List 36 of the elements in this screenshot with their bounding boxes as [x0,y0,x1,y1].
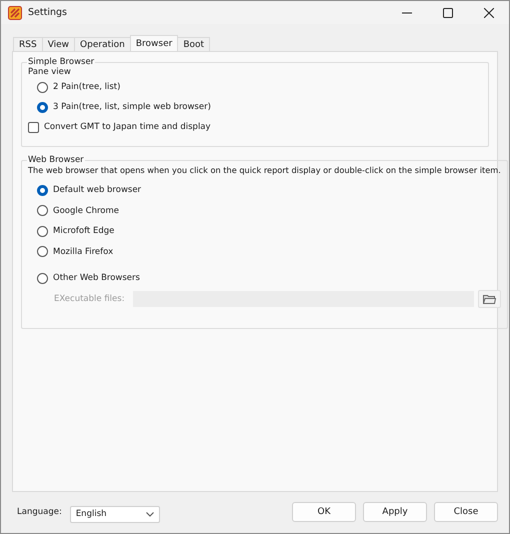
window-title: Settings [28,7,67,18]
tab[interactable]: RSS [13,37,43,51]
tab[interactable]: Browser [130,35,178,51]
maximize-icon[interactable] [443,8,453,18]
radio-button[interactable] [37,226,48,237]
description-text: The web browser that opens when you click on the quick report display or double-click on the simple browser item. [28,165,501,175]
dialog-button[interactable]: OK [292,502,356,522]
language-label: Language: [17,507,62,517]
chevron-down-icon [146,512,154,516]
group-title: Simple Browser [27,57,96,67]
radio-button[interactable] [37,184,48,196]
app-icon [8,6,22,20]
close-icon[interactable] [484,8,494,18]
field-label: EXecutable files: [54,294,125,304]
dialog-button[interactable]: Apply [363,502,427,522]
radio-button[interactable] [37,205,48,216]
dialog-button[interactable]: Close [434,502,498,522]
group-title: Web Browser [27,155,85,165]
tab[interactable]: Operation [74,37,131,51]
radio-button[interactable] [37,246,48,258]
radio-label[interactable]: Mozilla Firefox [53,246,114,257]
radio-label[interactable]: 3 Pain(tree, list, simple web browser) [53,102,211,112]
radio-label[interactable]: Microfoft Edge [53,226,114,236]
pane-view-label: Pane view [28,67,72,77]
radio-button[interactable] [37,272,48,284]
tab[interactable]: Boot [177,37,210,51]
radio-label[interactable]: Other Web Browsers [53,273,140,284]
checkbox[interactable] [28,122,39,132]
language-dropdown[interactable]: English [70,506,160,522]
radio-button[interactable] [37,102,48,112]
radio-button[interactable] [37,82,48,92]
radio-label[interactable]: Default web browser [53,185,142,196]
checkbox-label[interactable]: Convert GMT to Japan time and display [44,122,211,132]
radio-label[interactable]: 2 Pain(tree, list) [53,82,120,92]
radio-label[interactable]: Google Chrome [53,206,120,216]
folder-icon [482,294,496,304]
